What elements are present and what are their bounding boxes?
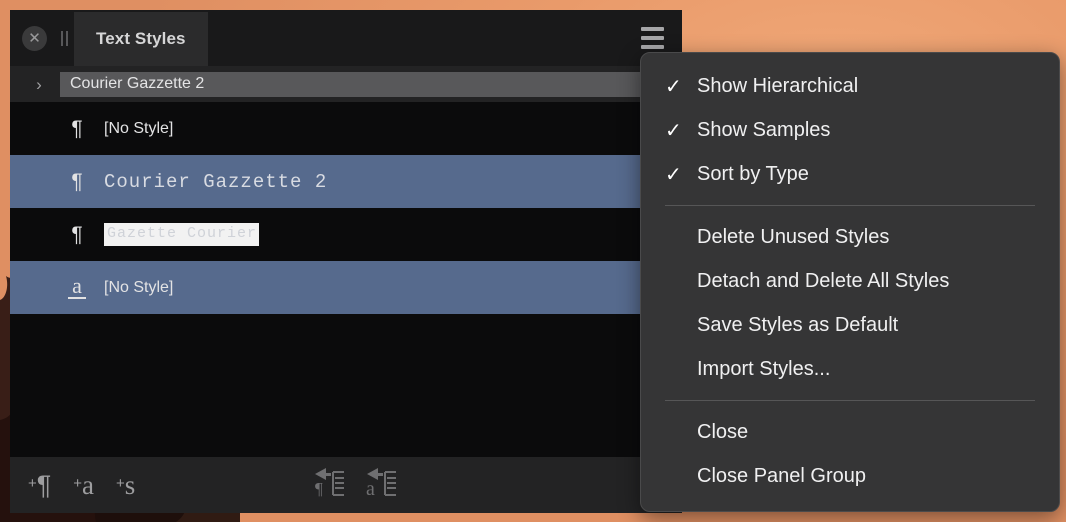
svg-text:¶: ¶ bbox=[315, 479, 323, 498]
apply-paragraph-style-icon[interactable]: ¶ bbox=[313, 467, 347, 504]
menu-item-close-panel-group[interactable]: Close Panel Group bbox=[641, 454, 1059, 498]
checkmark-icon: ✓ bbox=[665, 119, 682, 142]
paragraph-icon: ¶ bbox=[36, 469, 52, 500]
hamburger-line-3 bbox=[640, 45, 664, 49]
menu-item-close[interactable]: Close bbox=[641, 410, 1059, 454]
list-item[interactable]: ¶ [No Style] bbox=[10, 102, 682, 155]
panel-titlebar: ✕ Text Styles bbox=[10, 10, 682, 66]
new-paragraph-style-button[interactable]: + ¶ bbox=[28, 469, 52, 500]
checkmark-icon: ✓ bbox=[665, 75, 682, 98]
menu-item-label: Detach and Delete All Styles bbox=[697, 269, 950, 292]
style-name: [No Style] bbox=[104, 119, 174, 137]
menu-item-delete-unused-styles[interactable]: Delete Unused Styles bbox=[641, 215, 1059, 259]
menu-item-label: Import Styles... bbox=[697, 357, 831, 380]
plus-icon: + bbox=[28, 474, 37, 492]
hamburger-line-1 bbox=[640, 27, 664, 31]
list-item[interactable]: a [No Style] bbox=[10, 261, 682, 314]
menu-item-show-samples[interactable]: ✓ Show Samples bbox=[641, 108, 1059, 152]
menu-item-sort-by-type[interactable]: ✓ Sort by Type bbox=[641, 152, 1059, 196]
plus-icon: + bbox=[73, 474, 83, 492]
desktop-background: ✕ Text Styles › Courier Gazzette 2 ¶ [No… bbox=[0, 0, 1066, 522]
text-styles-panel: ✕ Text Styles › Courier Gazzette 2 ¶ [No… bbox=[10, 10, 682, 513]
character-a-icon: a bbox=[82, 469, 95, 500]
menu-separator bbox=[665, 205, 1035, 206]
svg-text:a: a bbox=[366, 478, 375, 499]
menu-item-label: Sort by Type bbox=[697, 162, 809, 185]
toolbar-right-group: ¶ a bbox=[313, 467, 399, 504]
menu-item-import-styles[interactable]: Import Styles... bbox=[641, 347, 1059, 391]
menu-item-label: Save Styles as Default bbox=[697, 313, 899, 336]
panel-options-menu: ✓ Show Hierarchical ✓ Show Samples ✓ Sor… bbox=[640, 52, 1060, 512]
checkmark-icon: ✓ bbox=[665, 163, 682, 186]
menu-item-label: Show Samples bbox=[697, 118, 831, 141]
menu-item-save-styles-as-default[interactable]: Save Styles as Default bbox=[641, 303, 1059, 347]
menu-item-label: Show Hierarchical bbox=[697, 74, 859, 97]
style-name: Courier Gazzette 2 bbox=[104, 170, 328, 193]
chevron-right-icon[interactable]: › bbox=[32, 76, 46, 93]
styles-list: › Courier Gazzette 2 ¶ [No Style] ¶ Cour… bbox=[10, 66, 682, 457]
paragraph-style-icon: ¶ bbox=[71, 223, 83, 246]
style-name: [No Style] bbox=[104, 278, 174, 296]
tab-text-styles[interactable]: Text Styles bbox=[74, 12, 208, 66]
character-style-icon: a bbox=[68, 274, 86, 300]
toolbar-left-group: + ¶ + a + s bbox=[28, 469, 136, 500]
apply-character-style-icon[interactable]: a bbox=[365, 467, 399, 504]
pause-bars-icon[interactable] bbox=[61, 30, 68, 46]
section-s-icon: s bbox=[124, 469, 136, 500]
close-circle-icon[interactable]: ✕ bbox=[22, 25, 47, 51]
menu-item-detach-and-delete-all-styles[interactable]: Detach and Delete All Styles bbox=[641, 259, 1059, 303]
new-section-style-button[interactable]: + s bbox=[116, 469, 136, 500]
pause-bar-1 bbox=[61, 30, 63, 46]
style-group-name[interactable]: Courier Gazzette 2 bbox=[60, 71, 642, 97]
menu-item-show-hierarchical[interactable]: ✓ Show Hierarchical bbox=[641, 64, 1059, 108]
style-rename-input[interactable]: Gazette Courier bbox=[104, 223, 260, 246]
menu-separator bbox=[665, 400, 1035, 401]
panel-toolbar: + ¶ + a + s ¶ a bbox=[10, 457, 682, 513]
titlebar-controls: ✕ bbox=[10, 10, 74, 66]
pause-bar-2 bbox=[66, 30, 68, 46]
hamburger-line-2 bbox=[640, 36, 664, 40]
menu-item-label: Close bbox=[697, 420, 749, 443]
titlebar-spacer bbox=[208, 10, 628, 66]
plus-icon: + bbox=[116, 474, 125, 492]
menu-item-label: Close Panel Group bbox=[697, 464, 866, 487]
paragraph-style-icon: ¶ bbox=[71, 117, 83, 140]
paragraph-style-icon: ¶ bbox=[71, 170, 83, 193]
menu-item-label: Delete Unused Styles bbox=[697, 225, 890, 248]
list-item[interactable]: ¶ Courier Gazzette 2 bbox=[10, 155, 682, 208]
style-group-header[interactable]: › Courier Gazzette 2 bbox=[10, 66, 682, 102]
list-item[interactable]: ¶ Gazette Courier bbox=[10, 208, 682, 261]
new-character-style-button[interactable]: + a bbox=[73, 469, 95, 500]
